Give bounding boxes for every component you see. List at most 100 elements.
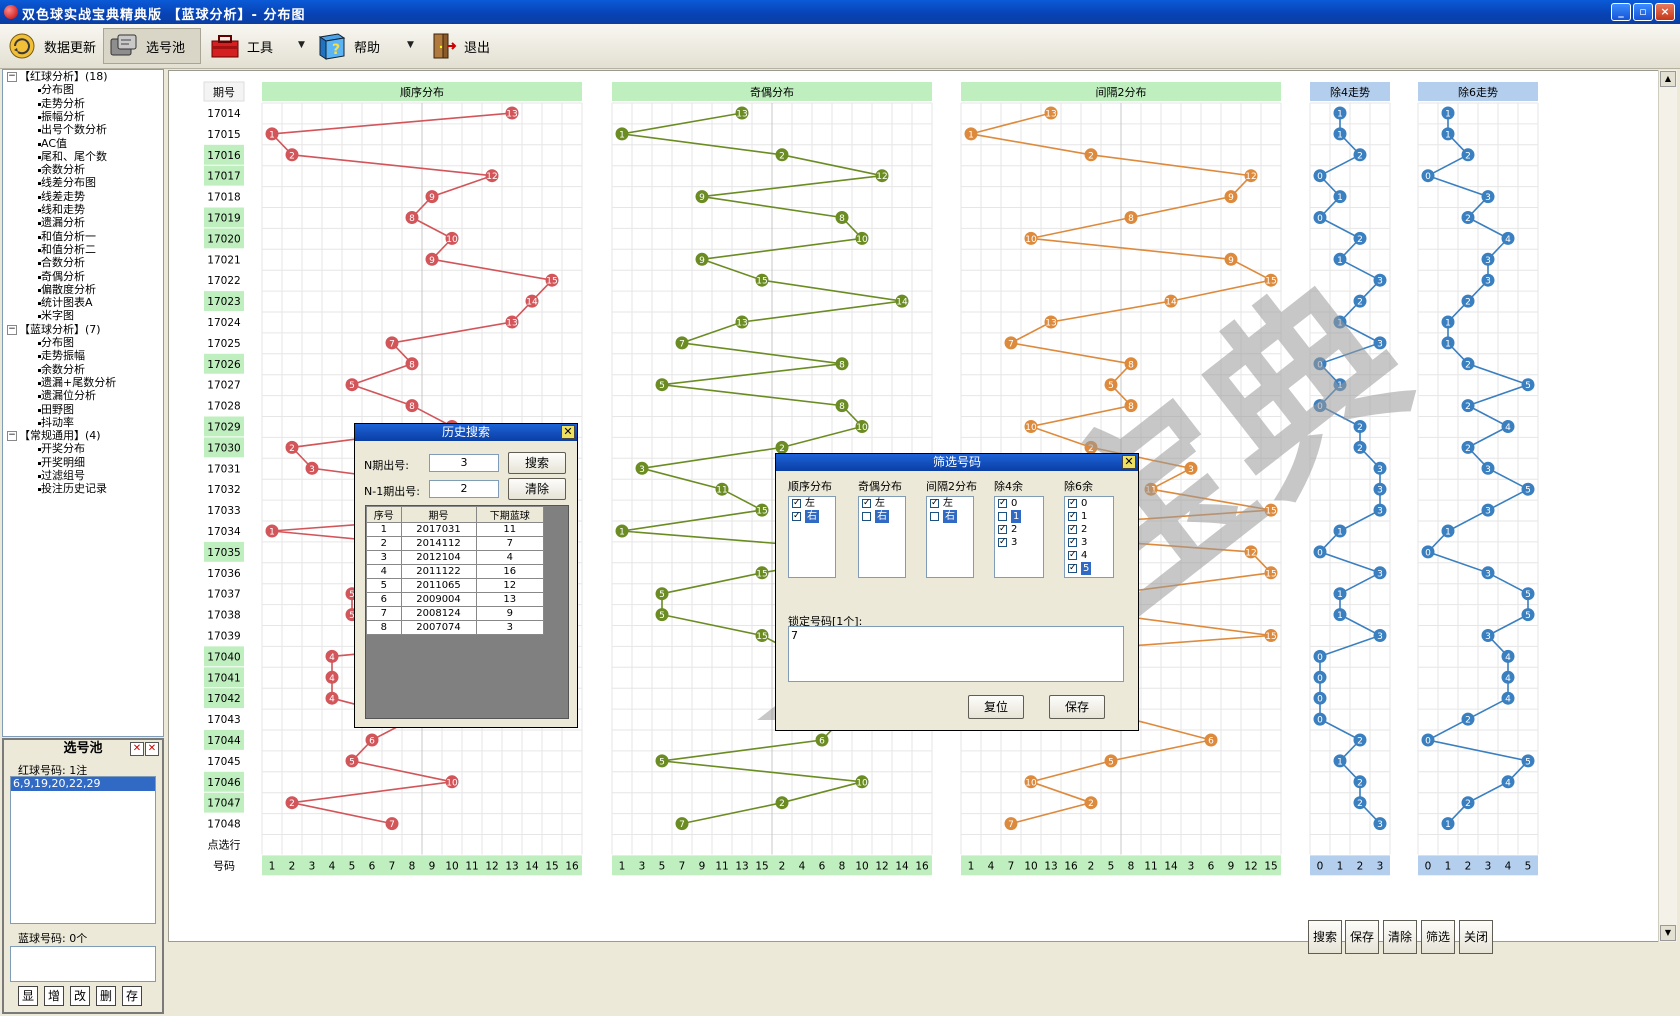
number-tick-label: 12	[1244, 860, 1257, 872]
filter-option[interactable]: ✓ 3	[995, 536, 1043, 549]
history-row[interactable]: 8 2007074 3	[366, 620, 544, 635]
save-button[interactable]: 保存	[1345, 920, 1379, 954]
point-label: 15	[546, 277, 557, 287]
history-dialog-close-icon[interactable]: ✕	[561, 425, 575, 439]
filter-option[interactable]: ✓ 左	[927, 497, 973, 510]
filter-dialog-close-icon[interactable]: ✕	[1122, 455, 1136, 469]
number-tick-label: 16	[1064, 860, 1078, 872]
history-cell: 7	[475, 536, 544, 551]
number-tick-label: 7	[389, 860, 396, 872]
checkbox[interactable]: ✓	[792, 499, 801, 508]
filter-option[interactable]: 1	[995, 510, 1043, 523]
number-tick-label: 4	[329, 860, 336, 872]
point-label: 2	[1357, 423, 1363, 433]
history-cell: 13	[475, 592, 544, 607]
issue-label: 17044	[207, 735, 241, 747]
checkbox[interactable]: ✓	[1068, 564, 1077, 573]
point-label: 15	[756, 277, 767, 287]
point-label: 3	[639, 465, 645, 475]
checkbox[interactable]: ✓	[930, 499, 939, 508]
point-label: 9	[1228, 256, 1234, 266]
history-cell: 3	[475, 620, 544, 635]
point-label: 4	[1505, 695, 1511, 705]
filter-group-title: 奇偶分布	[858, 480, 902, 493]
checkbox[interactable]: ✓	[862, 499, 871, 508]
filter-button[interactable]: 筛选	[1421, 920, 1455, 954]
issue-label: 17020	[207, 233, 240, 245]
point-label: 2	[1357, 298, 1363, 308]
issue-label: 17042	[207, 693, 240, 705]
number-tick-label: 14	[1164, 860, 1178, 872]
checkbox[interactable]: ✓	[998, 499, 1007, 508]
number-tick-label: 4	[799, 860, 806, 872]
checkbox[interactable]: ✓	[792, 512, 801, 521]
point-label: 1	[619, 528, 625, 538]
checkbox[interactable]	[862, 512, 871, 521]
history-row[interactable]: 2 2014112 7	[366, 536, 544, 551]
filter-option[interactable]: ✓ 3	[1065, 536, 1113, 549]
filter-option[interactable]: ✓ 2	[995, 523, 1043, 536]
locked-numbers-textarea[interactable]: 7	[788, 626, 1124, 682]
checkbox[interactable]: ✓	[1068, 499, 1077, 508]
history-row[interactable]: 7 2008124 9	[366, 606, 544, 621]
history-row[interactable]: 6 2009004 13	[366, 592, 544, 607]
history-row[interactable]: 5 2011065 12	[366, 578, 544, 593]
point-label: 12	[486, 172, 497, 182]
filter-option[interactable]: ✓ 4	[1065, 549, 1113, 562]
filter-option[interactable]: ✓ 2	[1065, 523, 1113, 536]
history-search-button[interactable]: 搜索	[508, 452, 566, 474]
history-row[interactable]: 4 2011122 16	[366, 564, 544, 579]
number-tick-label: 2	[1357, 860, 1364, 872]
point-label: 15	[756, 569, 767, 579]
history-cell: 2011122	[400, 564, 477, 579]
filter-group-title: 除6余	[1064, 480, 1093, 493]
checkbox[interactable]	[930, 512, 939, 521]
history-column-header[interactable]: 序号	[366, 506, 402, 523]
n-issue-input[interactable]: 3	[429, 454, 499, 472]
point-label: 5	[1525, 590, 1531, 600]
filter-option[interactable]: ✓ 5	[1065, 562, 1113, 575]
filter-option[interactable]: ✓ 左	[789, 497, 835, 510]
filter-option[interactable]: ✓ 0	[1065, 497, 1113, 510]
filter-option[interactable]: ✓ 1	[1065, 510, 1113, 523]
checkbox[interactable]: ✓	[1068, 512, 1077, 521]
point-label: 0	[1317, 695, 1323, 705]
checkbox[interactable]: ✓	[998, 525, 1007, 534]
clear-button[interactable]: 清除	[1383, 920, 1417, 954]
checkbox[interactable]: ✓	[1068, 538, 1077, 547]
issue-label: 17023	[207, 296, 240, 308]
point-label: 7	[1008, 820, 1014, 830]
filter-option[interactable]: ✓ 右	[789, 510, 835, 523]
filter-option[interactable]: ✓ 左	[859, 497, 905, 510]
history-row[interactable]: 3 2012104 4	[366, 550, 544, 565]
checkbox[interactable]: ✓	[1068, 525, 1077, 534]
search-button[interactable]: 搜索	[1308, 920, 1342, 954]
point-label: 1	[1337, 381, 1343, 391]
history-result-grid[interactable]: 序号 期号 下期蓝球 1 2017031 11 2 2014112 7 3 2012104 4 4 201…	[365, 505, 569, 719]
point-label: 9	[699, 193, 705, 203]
issue-label: 17030	[207, 442, 240, 454]
history-column-header[interactable]: 下期蓝球	[475, 506, 544, 523]
filter-option-label: 5	[1081, 562, 1092, 575]
point-label: 12	[1245, 548, 1256, 558]
history-column-header[interactable]: 期号	[400, 506, 477, 523]
point-label: 7	[679, 339, 685, 349]
filter-reset-button[interactable]: 复位	[968, 695, 1024, 719]
point-label: 10	[446, 235, 458, 245]
point-label: 5	[1525, 757, 1531, 767]
history-row[interactable]: 1 2017031 11	[366, 522, 544, 537]
point-label: 1	[1337, 110, 1343, 120]
checkbox[interactable]	[998, 512, 1007, 521]
point-label: 2	[1465, 799, 1471, 809]
filter-option[interactable]: 右	[859, 510, 905, 523]
close-panel-button[interactable]: 关闭	[1459, 920, 1493, 954]
point-label: 3	[1485, 256, 1491, 266]
history-clear-button[interactable]: 清除	[508, 478, 566, 500]
filter-option[interactable]: 右	[927, 510, 973, 523]
filter-save-button[interactable]: 保存	[1049, 695, 1105, 719]
filter-checkbox-list: ✓ 左 ✓ 右	[788, 496, 836, 578]
checkbox[interactable]: ✓	[998, 538, 1007, 547]
checkbox[interactable]: ✓	[1068, 551, 1077, 560]
filter-option[interactable]: ✓ 0	[995, 497, 1043, 510]
n1-issue-input[interactable]: 2	[429, 480, 499, 498]
